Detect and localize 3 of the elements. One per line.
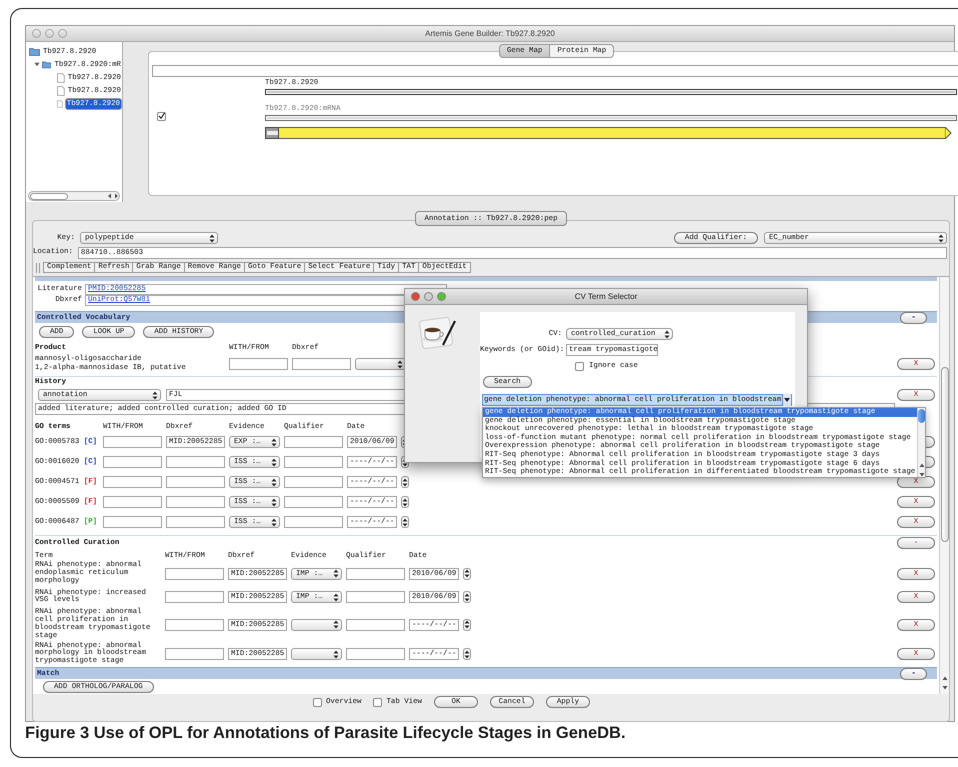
dialog-title: CV Term Selector — [574, 290, 638, 302]
figure-caption: Figure 3 Use of OPL for Annotations of Parasite Lifecycle Stages in GeneDB. — [25, 724, 626, 743]
window-title: Artemis Gene Builder: Tb927.8.2920 — [425, 28, 555, 40]
